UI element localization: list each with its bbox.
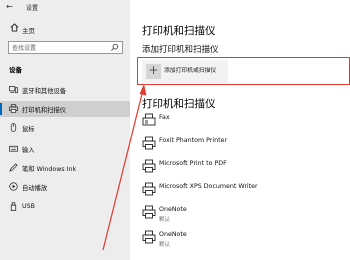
- printer-item-onenote-1[interactable]: OneNote 默认: [142, 205, 342, 225]
- main-content: 打印机和扫描仪 添加打印机和扫描仪 + 添加打印机或扫描仪 打印机和扫描仪 Fa…: [130, 0, 350, 260]
- printer-status: 默认: [159, 242, 171, 248]
- search-box[interactable]: [8, 41, 123, 54]
- bluetooth-devices-icon: [9, 85, 18, 94]
- usb-icon: [10, 202, 17, 211]
- highlight-annotation-box: [137, 57, 350, 85]
- sidebar-item-typing[interactable]: 输入: [0, 141, 130, 157]
- back-arrow-icon[interactable]: ←: [6, 2, 13, 11]
- printer-item-pdf[interactable]: Microsoft Print to PDF: [142, 159, 342, 179]
- sidebar-item-usb[interactable]: USB: [0, 199, 130, 215]
- home-label: 主页: [22, 27, 35, 35]
- sidebar-item-label: 打印机和扫描仪: [22, 107, 67, 114]
- active-indicator: [0, 103, 2, 115]
- printer-device-icon: [142, 136, 156, 150]
- search-input[interactable]: [12, 44, 107, 52]
- printer-status: 默认: [159, 217, 171, 223]
- printer-device-icon: [142, 182, 156, 196]
- home-icon: [10, 23, 19, 35]
- sidebar-item-bluetooth[interactable]: 蓝牙和其他设备: [0, 82, 130, 98]
- sidebar-item-printers[interactable]: 打印机和扫描仪: [0, 101, 130, 117]
- sidebar: ← 设置 主页 设备 蓝牙和其他设备 打印机和扫描仪: [0, 0, 130, 260]
- printer-item-fax[interactable]: Fax: [142, 113, 342, 133]
- home-nav-item[interactable]: 主页: [0, 22, 130, 36]
- sidebar-item-label: USB: [22, 203, 35, 210]
- printers-section-heading: 打印机和扫描仪: [142, 98, 216, 110]
- sidebar-item-pen[interactable]: 笔和 Windows Ink: [0, 160, 130, 176]
- printer-name: Microsoft Print to PDF: [159, 160, 227, 167]
- app-title: 设置: [26, 5, 39, 12]
- sidebar-item-label: 蓝牙和其他设备: [22, 88, 67, 95]
- printer-name: Fax: [159, 114, 170, 121]
- sidebar-item-label: 输入: [22, 147, 35, 154]
- printer-name: Foxit Phantom Printer: [159, 137, 228, 144]
- printer-item-foxit[interactable]: Foxit Phantom Printer: [142, 136, 342, 156]
- printer-icon: [9, 104, 18, 113]
- mouse-icon: [10, 123, 17, 132]
- printer-item-onenote-2[interactable]: OneNote 默认: [142, 230, 342, 250]
- printer-device-icon: [142, 230, 156, 244]
- pen-icon: [9, 163, 18, 172]
- printer-name: OneNote: [159, 206, 187, 213]
- keyboard-icon: [9, 145, 18, 152]
- sidebar-item-label: 鼠标: [22, 126, 35, 133]
- section-title-devices: 设备: [9, 66, 22, 74]
- fax-icon: [142, 113, 156, 126]
- printer-name: Microsoft XPS Document Writer: [159, 183, 258, 190]
- printer-device-icon: [142, 205, 156, 219]
- sidebar-item-mouse[interactable]: 鼠标: [0, 120, 130, 136]
- sidebar-item-autoplay[interactable]: 自动播放: [0, 179, 130, 195]
- add-section-heading: 添加打印机和扫描仪: [142, 45, 219, 55]
- search-icon[interactable]: [110, 43, 119, 52]
- sidebar-item-label: 笔和 Windows Ink: [22, 166, 77, 173]
- printer-name: OneNote: [159, 231, 187, 238]
- sidebar-item-label: 自动播放: [22, 185, 48, 192]
- page-title: 打印机和扫描仪: [142, 25, 216, 37]
- autoplay-icon: [9, 182, 18, 191]
- printer-device-icon: [142, 159, 156, 173]
- title-bar: ← 设置: [0, 0, 130, 14]
- printer-item-xps[interactable]: Microsoft XPS Document Writer: [142, 182, 342, 202]
